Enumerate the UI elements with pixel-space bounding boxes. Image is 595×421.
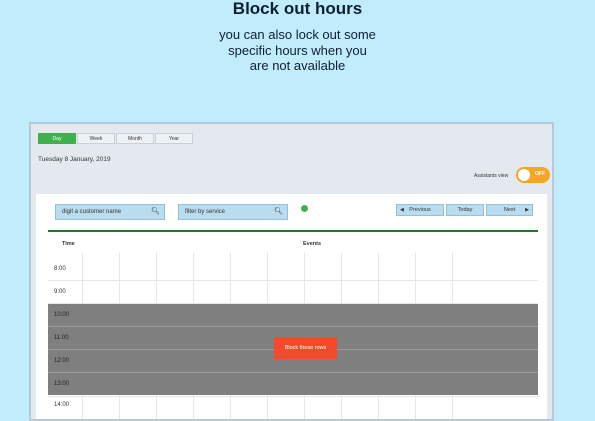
- tab-year[interactable]: Year: [155, 133, 193, 144]
- service-filter-placeholder: filter by service: [185, 209, 226, 215]
- next-label: Next: [503, 207, 516, 213]
- previous-label: Previous: [409, 207, 431, 213]
- assistants-view-label: Assistants view: [474, 173, 509, 179]
- time-slot-label: 14:00: [54, 402, 70, 408]
- time-column-header: Time: [62, 241, 75, 247]
- page-subtitle: you can also lock out some specific hour…: [0, 27, 595, 74]
- chevron-left-icon: ◀: [400, 207, 404, 213]
- calendar-panel: Day Week Month Year Tuesday 8 January, 2…: [29, 122, 554, 421]
- grid-row-line: [48, 396, 538, 397]
- events-column-header: Events: [303, 241, 322, 247]
- blocked-time-label: 13:00: [54, 381, 70, 387]
- calendar-content: digit a customer name 🔍︎ filter by servi…: [36, 194, 547, 419]
- blocked-rows[interactable]: 10:00 11:00 12:00 13:00 Block these rows: [48, 304, 538, 395]
- subtitle-line: are not available: [249, 58, 346, 73]
- subtitle-line: you can also lock out some: [219, 27, 376, 42]
- toggle-knob: [518, 169, 530, 181]
- blocked-time-label: 10:00: [54, 312, 70, 318]
- view-tabs: Day Week Month Year: [38, 133, 194, 144]
- status-dot: [301, 205, 308, 212]
- grid-row-line: [48, 280, 538, 281]
- header-divider: [48, 230, 538, 232]
- chevron-right-icon: ▶: [525, 207, 529, 213]
- blocked-time-label: 11:00: [54, 335, 69, 341]
- next-button[interactable]: Next ▶: [486, 204, 533, 216]
- tab-day[interactable]: Day: [38, 133, 76, 144]
- search-icon[interactable]: 🔍︎: [151, 205, 160, 219]
- today-button[interactable]: Today: [446, 204, 484, 216]
- toggle-state: OFF: [535, 171, 545, 177]
- time-slot-label: 9:00: [54, 289, 66, 295]
- current-date: Tuesday 8 January, 2019: [38, 156, 111, 163]
- search-icon[interactable]: 🔍︎: [274, 205, 283, 219]
- blocked-row-divider: [48, 372, 538, 373]
- blocked-row-divider: [48, 326, 538, 327]
- tab-month[interactable]: Month: [116, 133, 154, 144]
- previous-button[interactable]: ◀ Previous: [396, 204, 444, 216]
- time-slot-label: 8:00: [54, 266, 66, 272]
- service-filter-input[interactable]: filter by service 🔍︎: [178, 204, 288, 220]
- assistants-view-toggle[interactable]: OFF: [516, 167, 550, 183]
- subtitle-line: specific hours when you: [228, 42, 367, 58]
- blocked-time-label: 12:00: [54, 358, 70, 364]
- customer-search-input[interactable]: digit a customer name 🔍︎: [55, 204, 165, 220]
- tab-week[interactable]: Week: [77, 133, 115, 144]
- customer-search-placeholder: digit a customer name: [62, 209, 122, 215]
- block-rows-button[interactable]: Block these rows: [274, 337, 337, 359]
- page-heading: Block out hours: [232, 0, 363, 18]
- today-label: Today: [457, 207, 473, 213]
